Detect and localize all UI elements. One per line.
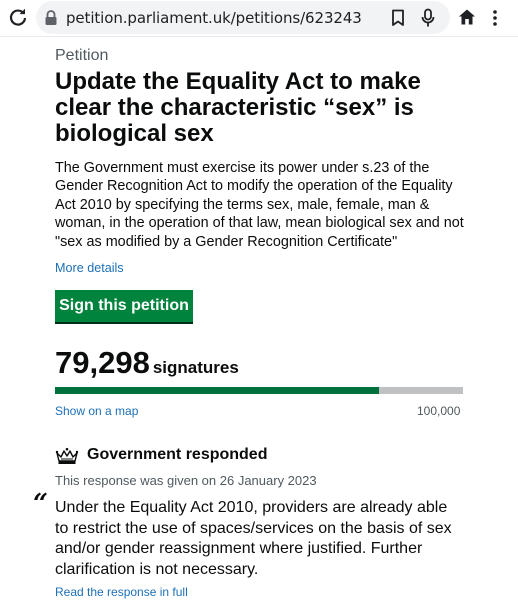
signature-target: 100,000 xyxy=(417,404,461,418)
more-details-link[interactable]: More details xyxy=(55,261,124,275)
reload-icon[interactable] xyxy=(8,8,28,28)
browser-toolbar: petition.parliament.uk/petitions/623243 xyxy=(0,0,518,36)
petition-title: Update the Equality Act to make clear th… xyxy=(55,68,421,147)
menu-icon[interactable] xyxy=(492,9,498,27)
mic-icon[interactable] xyxy=(420,8,436,28)
show-on-map-link[interactable]: Show on a map xyxy=(55,404,138,418)
signature-progress-bar xyxy=(55,387,463,394)
government-response-text: Under the Equality Act 2010, providers a… xyxy=(55,499,452,578)
signature-progress-fill xyxy=(55,387,379,394)
sign-petition-button[interactable]: Sign this petition xyxy=(55,290,193,324)
response-date: This response was given on 26 January 20… xyxy=(55,473,317,488)
signature-count-number: 79,298 xyxy=(55,345,150,380)
quote-mark: “ xyxy=(33,489,48,519)
crown-icon xyxy=(55,447,79,464)
petition-summary: The Government must exercise its power u… xyxy=(55,160,464,250)
toolbar-divider xyxy=(0,36,518,37)
signature-count-label: signatures xyxy=(152,358,239,377)
address-bar[interactable]: petition.parliament.uk/petitions/623243 xyxy=(36,1,450,34)
read-full-response-link[interactable]: Read the response in full xyxy=(55,585,188,599)
home-icon[interactable] xyxy=(458,8,476,26)
url-text[interactable]: petition.parliament.uk/petitions/623243 xyxy=(66,9,362,27)
page-kicker: Petition xyxy=(55,47,109,64)
bookmark-icon[interactable] xyxy=(390,9,406,27)
government-responded-title: Government responded xyxy=(87,446,268,463)
lock-icon xyxy=(45,10,57,25)
signature-count: 79,298 signatures xyxy=(55,345,239,381)
